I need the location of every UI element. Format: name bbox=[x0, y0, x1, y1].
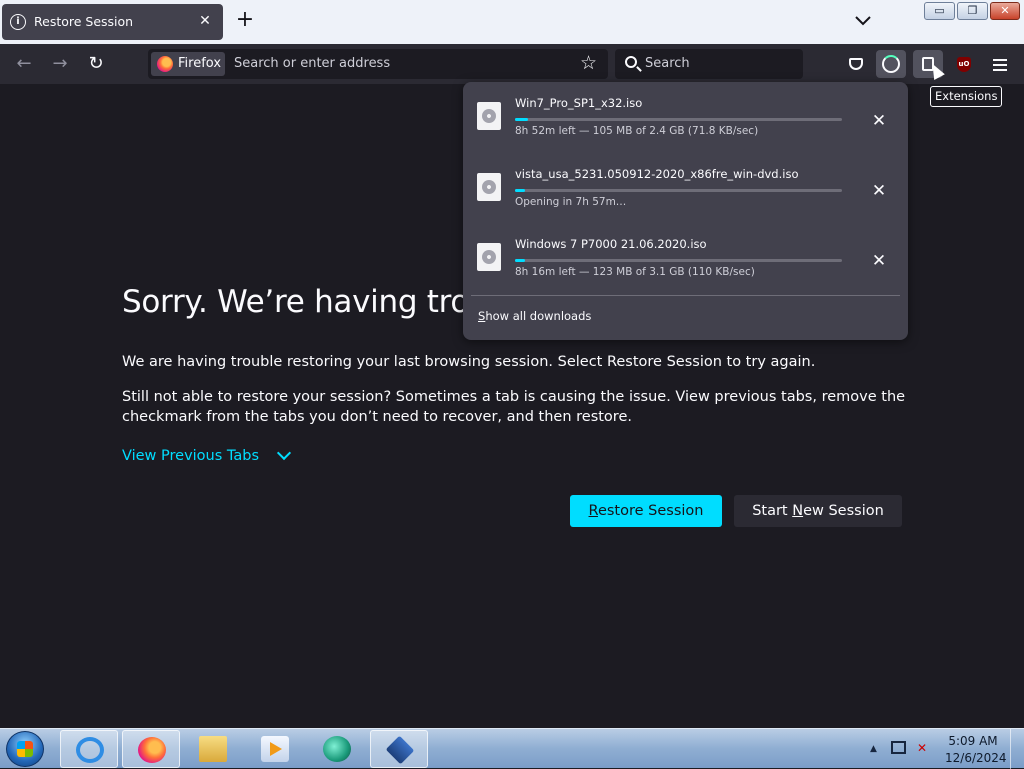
tab-strip: i Restore Session ✕ + ▭ ❐ ✕ bbox=[0, 0, 1024, 44]
app-round-icon bbox=[323, 736, 351, 762]
window-close-icon: ✕ bbox=[1000, 4, 1010, 17]
start-button[interactable] bbox=[6, 731, 44, 767]
chevron-down-icon[interactable] bbox=[276, 445, 292, 461]
new-session-label-post: ew Session bbox=[803, 503, 884, 519]
download-item[interactable]: Windows 7 P7000 21.06.2020.iso 8h 16m le… bbox=[463, 237, 908, 307]
close-icon[interactable]: ✕ bbox=[869, 111, 889, 131]
new-session-label-pre: Start bbox=[752, 503, 793, 519]
taskbar: ▲ ✕ 5:09 AM 12/6/2024 bbox=[0, 728, 1024, 769]
taskbar-app-virtualbox[interactable] bbox=[370, 730, 428, 768]
new-session-accel: N bbox=[792, 503, 804, 519]
pocket-icon bbox=[849, 58, 863, 70]
taskbar-app-internet-explorer[interactable] bbox=[60, 730, 118, 768]
reload-icon[interactable]: ↻ bbox=[82, 50, 110, 78]
download-status: 8h 16m left — 123 MB of 3.1 GB (110 KB/s… bbox=[515, 266, 755, 278]
downloads-panel: Win7_Pro_SP1_x32.iso 8h 52m left — 105 M… bbox=[463, 82, 908, 340]
disc-image-file-icon bbox=[477, 173, 501, 201]
disc-image-file-icon bbox=[477, 102, 501, 130]
download-progress-fill bbox=[515, 259, 525, 262]
window-close-button[interactable]: ✕ bbox=[990, 2, 1020, 20]
extensions-tooltip: Extensions bbox=[930, 86, 1003, 107]
download-progress-fill bbox=[515, 118, 529, 121]
divider bbox=[471, 295, 900, 296]
show-all-downloads-button[interactable]: Show all downloads bbox=[478, 309, 591, 323]
download-status: 8h 52m left — 105 MB of 2.4 GB (71.8 KB/… bbox=[515, 125, 759, 137]
error-message: We are having trouble restoring your las… bbox=[122, 354, 816, 370]
identity-label: Firefox bbox=[178, 56, 222, 71]
volume-muted-icon[interactable]: ✕ bbox=[914, 741, 930, 755]
maximize-button[interactable]: ❐ bbox=[957, 2, 988, 20]
restore-session-button[interactable]: Restore Session bbox=[570, 495, 722, 527]
download-filename: Windows 7 P7000 21.06.2020.iso bbox=[515, 237, 707, 251]
taskbar-app-round[interactable] bbox=[308, 730, 366, 768]
close-icon[interactable]: ✕ bbox=[195, 11, 215, 31]
close-icon[interactable]: ✕ bbox=[869, 181, 889, 201]
firefox-logo-icon bbox=[157, 56, 173, 72]
download-progress-bar bbox=[515, 118, 842, 121]
search-input[interactable] bbox=[645, 56, 795, 71]
search-bar[interactable] bbox=[615, 49, 803, 79]
restore-label-post: estore Session bbox=[597, 503, 704, 519]
disc-image-file-icon bbox=[477, 243, 501, 271]
downloads-icon bbox=[882, 55, 900, 73]
navigation-toolbar: ← → ↻ Firefox ☆ uO bbox=[0, 44, 1024, 84]
chevron-down-icon[interactable] bbox=[853, 14, 873, 28]
forward-arrow-icon[interactable]: → bbox=[46, 50, 74, 78]
help-message: Still not able to restore your session? … bbox=[122, 389, 906, 425]
firefox-icon bbox=[138, 737, 166, 763]
app-menu-button[interactable] bbox=[985, 50, 1015, 78]
show-all-rest: how all downloads bbox=[485, 309, 592, 323]
taskbar-app-media-player[interactable] bbox=[246, 730, 304, 768]
search-icon bbox=[625, 56, 637, 68]
ublock-button[interactable]: uO bbox=[949, 50, 979, 78]
download-item[interactable]: vista_usa_5231.050912-2020_x86fre_win-dv… bbox=[463, 167, 908, 237]
tray-expand-icon[interactable]: ▲ bbox=[870, 744, 877, 754]
download-item[interactable]: Win7_Pro_SP1_x32.iso 8h 52m left — 105 M… bbox=[463, 96, 908, 166]
download-status: Opening in 7h 57m… bbox=[515, 196, 627, 208]
tab-title: Restore Session bbox=[34, 14, 134, 29]
download-filename: Win7_Pro_SP1_x32.iso bbox=[515, 96, 643, 110]
clock-time[interactable]: 5:09 AM bbox=[945, 734, 1001, 748]
view-previous-tabs-link[interactable]: View Previous Tabs bbox=[122, 448, 259, 464]
taskbar-app-file-explorer[interactable] bbox=[184, 730, 242, 768]
plus-icon[interactable]: + bbox=[234, 9, 256, 32]
star-icon[interactable]: ☆ bbox=[580, 52, 597, 74]
show-desktop-button[interactable] bbox=[1010, 729, 1024, 769]
clock-date[interactable]: 12/6/2024 bbox=[945, 751, 1007, 765]
network-icon[interactable] bbox=[891, 741, 906, 754]
minimize-button[interactable]: ▭ bbox=[924, 2, 955, 20]
tab-restore-session[interactable]: i Restore Session ✕ bbox=[2, 4, 223, 40]
address-bar[interactable]: Firefox ☆ bbox=[148, 49, 608, 79]
info-icon: i bbox=[10, 14, 26, 30]
restore-accel: R bbox=[588, 503, 598, 519]
url-input[interactable] bbox=[234, 56, 564, 71]
download-progress-fill bbox=[515, 189, 525, 192]
folder-icon bbox=[199, 736, 227, 762]
pocket-button[interactable] bbox=[841, 50, 871, 78]
maximize-icon: ❐ bbox=[967, 4, 978, 17]
minimize-icon: ▭ bbox=[934, 4, 945, 17]
back-arrow-icon[interactable]: ← bbox=[10, 50, 38, 78]
internet-explorer-icon bbox=[76, 737, 104, 763]
virtualbox-icon bbox=[385, 735, 415, 765]
taskbar-app-firefox[interactable] bbox=[122, 730, 180, 768]
ublock-icon: uO bbox=[957, 57, 971, 72]
download-progress-bar bbox=[515, 259, 842, 262]
downloads-button[interactable] bbox=[876, 50, 906, 78]
download-filename: vista_usa_5231.050912-2020_x86fre_win-dv… bbox=[515, 167, 799, 181]
window-controls: ▭ ❐ ✕ bbox=[924, 2, 1020, 22]
page-title: Sorry. We’re having troub bbox=[122, 284, 508, 320]
hamburger-menu-icon bbox=[993, 59, 1007, 61]
media-player-icon bbox=[261, 736, 289, 762]
close-icon[interactable]: ✕ bbox=[869, 251, 889, 271]
identity-box[interactable]: Firefox bbox=[151, 52, 225, 76]
start-new-session-button[interactable]: Start New Session bbox=[734, 495, 902, 527]
download-progress-bar bbox=[515, 189, 842, 192]
